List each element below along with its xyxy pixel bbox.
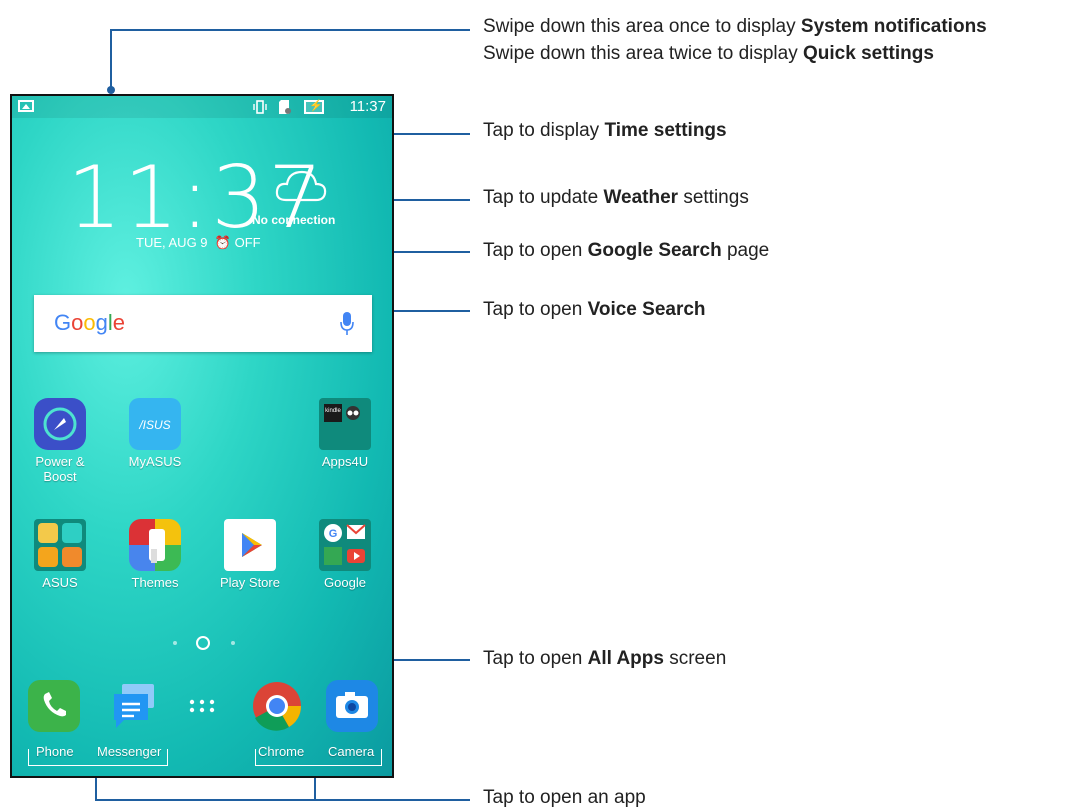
callout-quick-settings: Swipe down this area twice to display Qu… [483,43,934,65]
app-themes[interactable]: Themes [115,519,195,590]
power-boost-icon [34,398,86,450]
app-label: ASUS [42,575,78,590]
messenger-icon [108,680,160,732]
phone-icon [28,680,80,732]
callout-bold: Google Search [587,240,722,261]
svg-text:kindle: kindle [325,408,341,414]
google-folder-icon: G [319,519,371,571]
asus-folder-icon [34,519,86,571]
svg-text:G: G [329,528,338,540]
callout-bold: Voice Search [587,299,706,320]
cloud-icon[interactable] [274,166,328,206]
apps-grid-icon [176,680,228,732]
dock-chrome[interactable] [237,680,317,736]
svg-text:/ISUS: /ISUS [138,418,170,432]
app-myasus[interactable]: /ISUS MyASUS [115,398,195,469]
callout-bold: Quick settings [803,43,934,64]
apps4u-folder-icon: kindle [319,398,371,450]
callout-bold: System notifications [800,16,987,37]
callout-text: screen [663,648,727,669]
phone-screen: 11:37 11:37 TUE, AUG 9 ⏰ OFF No connecti… [10,94,394,778]
app-folder-asus[interactable]: ASUS [20,519,100,590]
date-text: TUE, AUG 9 [136,235,208,250]
callout-text: Tap to open [483,648,588,669]
callout-bold: Time settings [604,120,727,141]
callout-bold: All Apps [587,648,664,669]
play-store-icon [224,519,276,571]
dock-phone[interactable] [14,680,94,736]
app-label: MyASUS [128,454,182,469]
app-label: Boost [43,469,77,484]
app-label: Apps4U [321,454,369,469]
callout-text: page [721,240,770,261]
google-search-bar[interactable]: Google [34,295,372,352]
callout-text: Tap to update [483,187,604,208]
callout-all-apps: Tap to open All Apps screen [483,648,726,670]
weather-status[interactable]: No connection [252,213,335,227]
status-bar[interactable]: 11:37 [12,96,392,118]
app-label: Play Store [220,575,280,590]
vibrate-icon [253,100,267,114]
callout-text: Tap to open [483,240,588,261]
callout-open-app: Tap to open an app [483,787,646,809]
page-indicator[interactable] [172,635,242,651]
google-logo: Google [54,310,126,335]
dock-camera[interactable] [312,680,392,736]
callout-text: Tap to display [483,120,605,141]
callout-bold: Weather [603,187,679,208]
mic-icon[interactable] [340,311,354,337]
alarm-icon: ⏰ [211,235,231,250]
themes-icon [129,519,181,571]
alarm-status: OFF [234,235,261,250]
app-folder-apps4u[interactable]: kindle Apps4U [305,398,385,469]
sd-card-icon [279,100,291,114]
callout-text: Tap to open [483,299,588,320]
gallery-notification-icon [18,100,34,112]
dock-bracket-right [255,749,382,766]
app-label: Google [324,575,366,590]
app-folder-google[interactable]: G Google [305,519,385,590]
app-play-store[interactable]: Play Store [210,519,290,590]
callout-text: Tap to open an app [483,787,646,808]
status-time: 11:37 [349,98,386,115]
callout-voice-search: Tap to open Voice Search [483,299,706,321]
callout-text: Swipe down this area twice to display [483,43,803,64]
callout-time-settings: Tap to display Time settings [483,120,727,142]
all-apps-button[interactable] [162,680,242,736]
callout-text: Swipe down this area once to display [483,16,801,37]
callout-google-search: Tap to open Google Search page [483,240,769,262]
callout-system-notifications: Swipe down this area once to display Sys… [483,16,987,38]
battery-charging-icon [304,99,324,114]
clock-widget-date: TUE, AUG 9 ⏰ OFF [136,235,261,251]
callout-weather: Tap to update Weather settings [483,187,749,209]
dock-bracket-left [28,749,168,766]
app-power-boost[interactable]: Power & Boost [20,398,100,484]
callout-text: settings [678,187,749,208]
chrome-icon [251,680,303,732]
app-label: Themes [131,575,179,590]
camera-icon [326,680,378,732]
myasus-icon: /ISUS [129,398,181,450]
app-label: Power & [35,454,85,469]
